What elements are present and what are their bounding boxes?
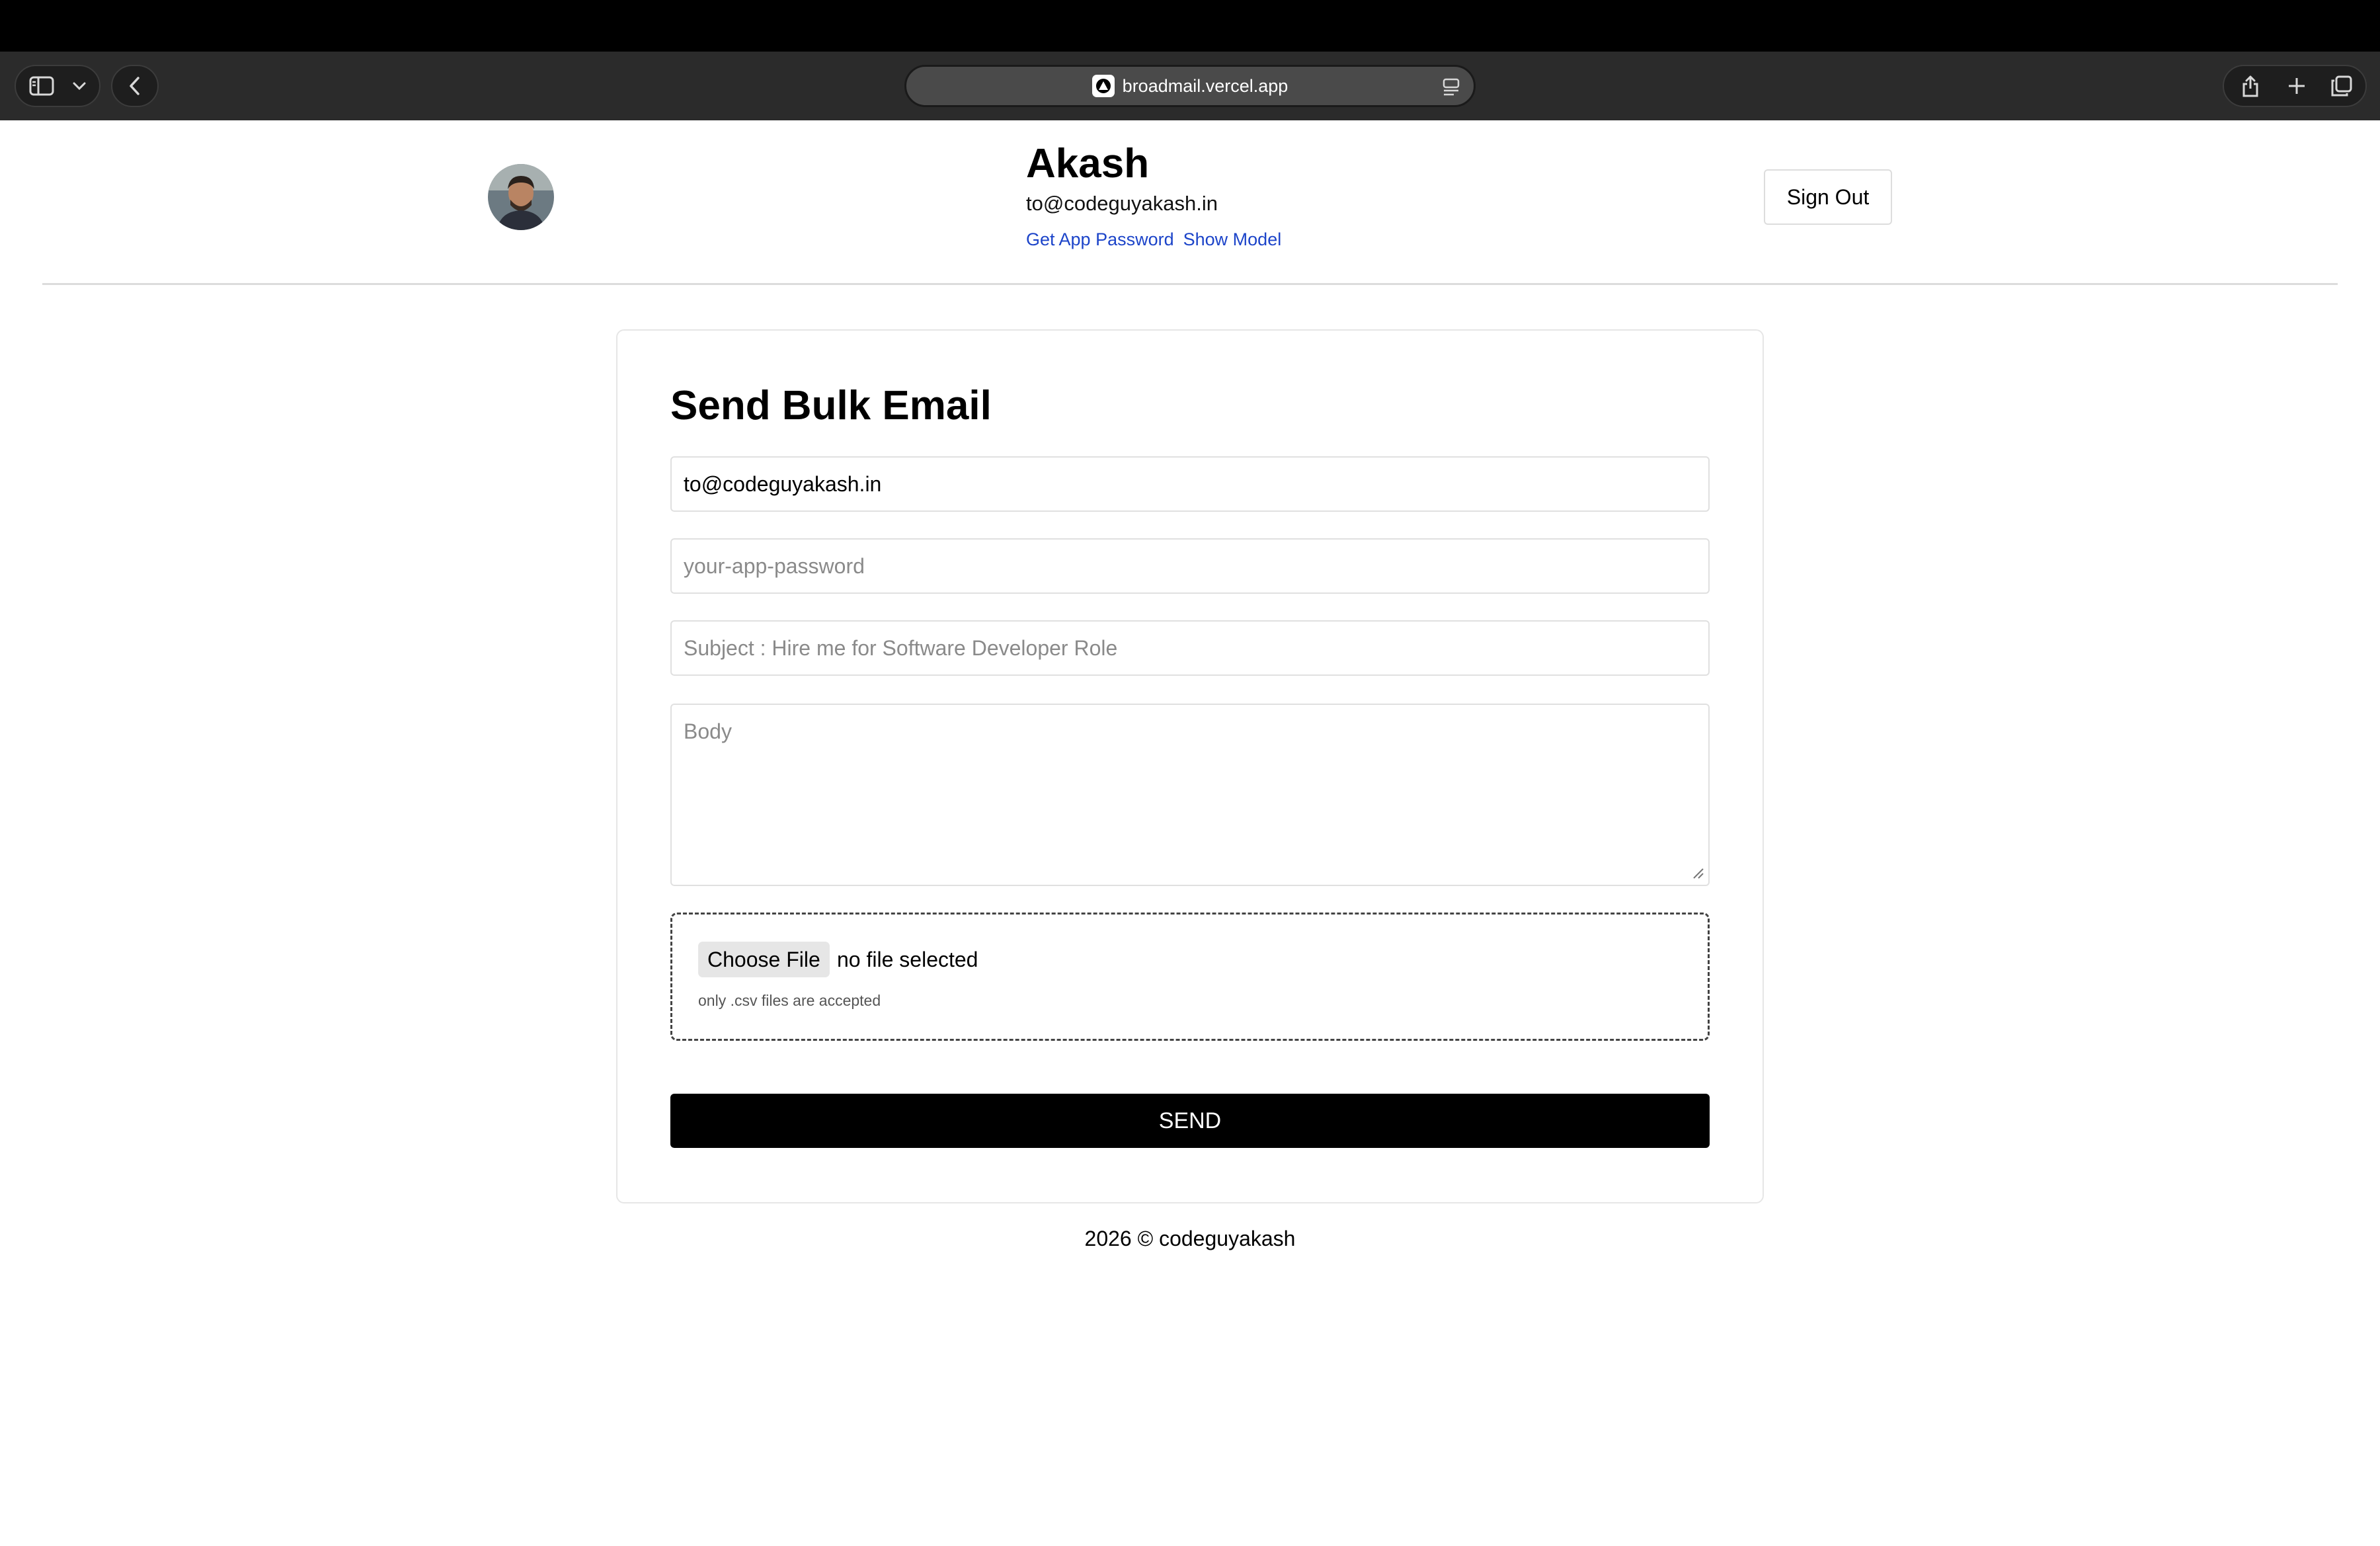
- send-button[interactable]: SEND: [670, 1094, 1710, 1148]
- window-titlebar: [0, 0, 2380, 52]
- body-textarea[interactable]: [670, 704, 1710, 886]
- app-password-field[interactable]: [670, 538, 1710, 594]
- browser-toolbar: broadmail.vercel.app: [0, 52, 2380, 120]
- header-links: Get App Password Show Model: [1026, 227, 1290, 251]
- sidebar-toggle-group[interactable]: [15, 65, 100, 107]
- site-favicon-icon: [1091, 75, 1115, 97]
- chevron-down-icon[interactable]: [66, 66, 93, 106]
- show-model-link[interactable]: Show Model: [1183, 229, 1282, 249]
- avatar: [488, 164, 554, 230]
- address-url: broadmail.vercel.app: [1122, 75, 1289, 96]
- resize-grip-icon[interactable]: [1691, 866, 1704, 879]
- share-icon[interactable]: [2233, 66, 2268, 106]
- tabs-overview-icon[interactable]: [2324, 66, 2359, 106]
- choose-file-button[interactable]: Choose File: [698, 942, 830, 977]
- footer-text: 2026 © codeguyakash: [1084, 1227, 1296, 1250]
- sign-out-button[interactable]: Sign Out: [1764, 169, 1892, 225]
- back-arrow-icon[interactable]: [112, 66, 157, 106]
- header-divider: [42, 283, 2338, 285]
- get-app-password-link[interactable]: Get App Password: [1026, 229, 1174, 249]
- address-bar[interactable]: broadmail.vercel.app: [904, 65, 1476, 107]
- reader-mode-icon[interactable]: [1442, 77, 1460, 102]
- user-email: to@codeguyakash.in: [1026, 192, 1218, 215]
- sidebar-icon[interactable]: [25, 66, 58, 106]
- subject-field[interactable]: [670, 620, 1710, 676]
- toolbar-actions-group: [2223, 65, 2367, 107]
- email-field[interactable]: [670, 456, 1710, 512]
- user-name: Akash: [1026, 141, 1150, 186]
- back-button[interactable]: [111, 65, 159, 107]
- plus-icon[interactable]: [2280, 66, 2314, 106]
- file-hint: only .csv files are accepted: [698, 992, 881, 1009]
- file-status: no file selected: [837, 948, 978, 971]
- form-title: Send Bulk Email: [670, 383, 992, 428]
